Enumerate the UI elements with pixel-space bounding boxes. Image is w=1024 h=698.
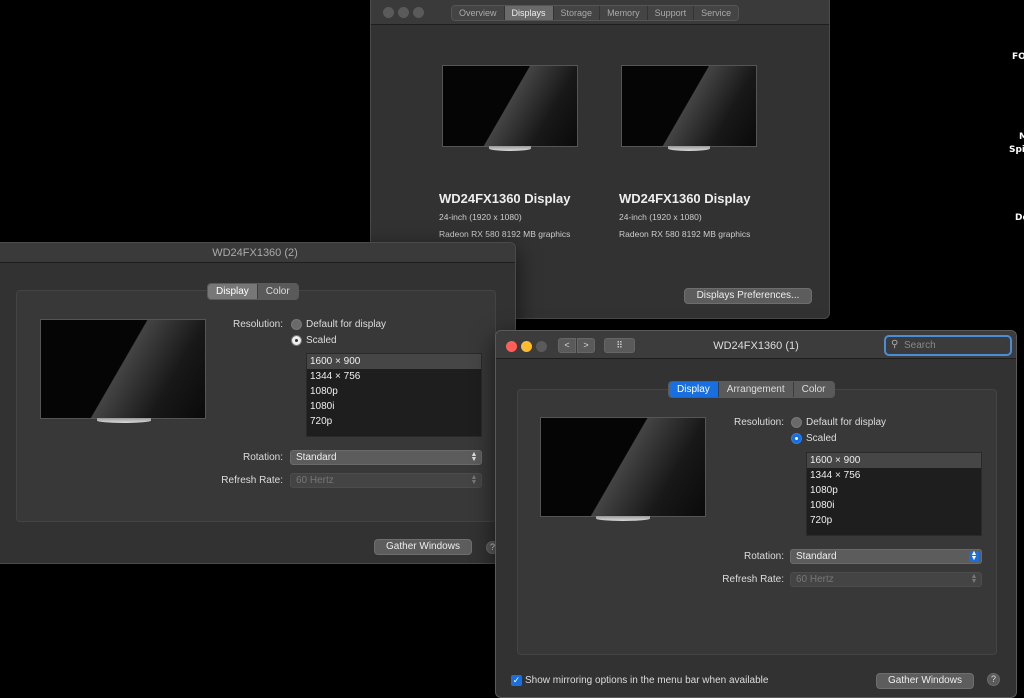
gather-windows-button[interactable]: Gather Windows	[876, 673, 974, 689]
resolution-option[interactable]: 1080i	[807, 498, 981, 513]
resolution-option[interactable]: 1080i	[307, 399, 481, 414]
tab-memory[interactable]: Memory	[600, 6, 648, 20]
popup-arrows-icon: ▲ ▼	[470, 451, 478, 463]
displays-preferences-button[interactable]: Displays Preferences...	[684, 288, 812, 304]
resolution-list[interactable]: 1600 × 900 1344 × 756 1080p 1080i 720p	[806, 452, 982, 536]
window-title: WD24FX1360 (2)	[212, 247, 298, 259]
search-icon: ⚲	[891, 339, 899, 350]
display-graphics: Radeon RX 580 8192 MB graphics	[619, 229, 751, 239]
refresh-rate-popup[interactable]: 60 Hertz ▲ ▼	[290, 473, 482, 488]
resolution-option[interactable]: 1600 × 900	[307, 354, 481, 369]
resolution-option[interactable]: 1344 × 756	[807, 468, 981, 483]
display-name: WD24FX1360 Display	[619, 191, 751, 206]
radio-default-label: Default for display	[306, 319, 387, 330]
display-graphics: Radeon RX 580 8192 MB graphics	[439, 229, 571, 239]
radio-default-label: Default for display	[806, 417, 887, 428]
help-icon[interactable]: ?	[987, 673, 1000, 686]
zoom-button[interactable]	[413, 7, 424, 18]
popup-arrows-icon: ▲ ▼	[470, 474, 478, 486]
tab-service[interactable]: Service	[694, 6, 739, 20]
resolution-label: Resolution:	[232, 319, 283, 330]
display-stand	[668, 146, 710, 151]
rotation-label: Rotation:	[743, 551, 784, 562]
about-titlebar: Overview Displays Storage Memory Support…	[371, 0, 829, 25]
tab-overview[interactable]: Overview	[452, 6, 505, 20]
display-image	[540, 417, 706, 517]
rotation-popup[interactable]: Standard ▲ ▼	[790, 549, 982, 564]
display-size: 24-inch (1920 x 1080)	[439, 212, 522, 222]
prefs2-tab-bar: Display Color	[207, 283, 299, 300]
display-stand	[97, 418, 151, 423]
radio-default-for-display[interactable]	[791, 417, 802, 428]
display-image	[442, 65, 578, 147]
refresh-rate-value: 60 Hertz	[796, 574, 834, 585]
gather-windows-button[interactable]: Gather Windows	[374, 539, 472, 555]
desktop-icon-label[interactable]: De	[1015, 213, 1024, 223]
resolution-option[interactable]: 720p	[307, 414, 481, 429]
tab-support[interactable]: Support	[647, 6, 695, 20]
refresh-rate-popup[interactable]: 60 Hertz ▲ ▼	[790, 572, 982, 587]
radio-default-for-display[interactable]	[291, 319, 302, 330]
prefs1-titlebar: < > ⠿ WD24FX1360 (1) ⚲ Search	[496, 331, 1016, 359]
prefs2-titlebar: WD24FX1360 (2)	[0, 243, 515, 263]
tab-arrangement[interactable]: Arrangement	[718, 382, 794, 397]
desktop-icon-label[interactable]: M	[1019, 132, 1024, 142]
rotation-label: Rotation:	[242, 452, 283, 463]
refresh-rate-label: Refresh Rate:	[722, 574, 784, 585]
display-prefs-window-1: < > ⠿ WD24FX1360 (1) ⚲ Search Display Ar…	[495, 330, 1017, 698]
desktop-icon-label[interactable]: FO	[1012, 52, 1024, 62]
resolution-label: Resolution:	[733, 417, 784, 428]
display-stand	[596, 516, 650, 521]
radio-scaled[interactable]	[291, 335, 302, 346]
tab-storage[interactable]: Storage	[553, 6, 601, 20]
refresh-rate-label: Refresh Rate:	[221, 475, 283, 486]
popup-arrows-icon: ▲ ▼	[970, 573, 978, 585]
refresh-rate-value: 60 Hertz	[296, 475, 334, 486]
minimize-button[interactable]	[398, 7, 409, 18]
mirroring-label: Show mirroring options in the menu bar w…	[525, 675, 769, 686]
rotation-value: Standard	[296, 452, 337, 463]
tab-displays[interactable]: Displays	[504, 6, 554, 20]
mirroring-checkbox[interactable]: ✓	[511, 675, 522, 686]
resolution-option[interactable]: 720p	[807, 513, 981, 528]
tab-color[interactable]: Color	[793, 382, 834, 397]
close-button[interactable]	[383, 7, 394, 18]
resolution-option[interactable]: 1600 × 900	[807, 453, 981, 468]
search-input[interactable]: ⚲ Search	[884, 335, 1012, 356]
display-prefs-window-2: WD24FX1360 (2) Display Color Resolution:…	[0, 242, 516, 564]
tab-display[interactable]: Display	[208, 284, 258, 299]
tab-color[interactable]: Color	[257, 284, 298, 299]
resolution-list[interactable]: 1600 × 900 1344 × 756 1080p 1080i 720p	[306, 353, 482, 437]
resolution-option[interactable]: 1080p	[307, 384, 481, 399]
radio-scaled-label: Scaled	[306, 335, 337, 346]
display-image	[621, 65, 757, 147]
prefs1-tab-bar: Display Arrangement Color	[668, 381, 835, 398]
rotation-value: Standard	[796, 551, 837, 562]
about-tab-bar: Overview Displays Storage Memory Support…	[451, 5, 740, 21]
resolution-option[interactable]: 1344 × 756	[307, 369, 481, 384]
popup-arrows-icon: ▲ ▼	[969, 550, 979, 562]
tab-display[interactable]: Display	[669, 382, 719, 397]
display-size: 24-inch (1920 x 1080)	[619, 212, 702, 222]
display-stand	[489, 146, 531, 151]
display-name: WD24FX1360 Display	[439, 191, 571, 206]
radio-scaled-label: Scaled	[806, 433, 837, 444]
resolution-option[interactable]: 1080p	[807, 483, 981, 498]
search-placeholder: Search	[904, 340, 936, 351]
radio-scaled[interactable]	[791, 433, 802, 444]
display-image	[40, 319, 206, 419]
desktop-icon-label[interactable]: Spi	[1009, 145, 1024, 155]
rotation-popup[interactable]: Standard ▲ ▼	[290, 450, 482, 465]
